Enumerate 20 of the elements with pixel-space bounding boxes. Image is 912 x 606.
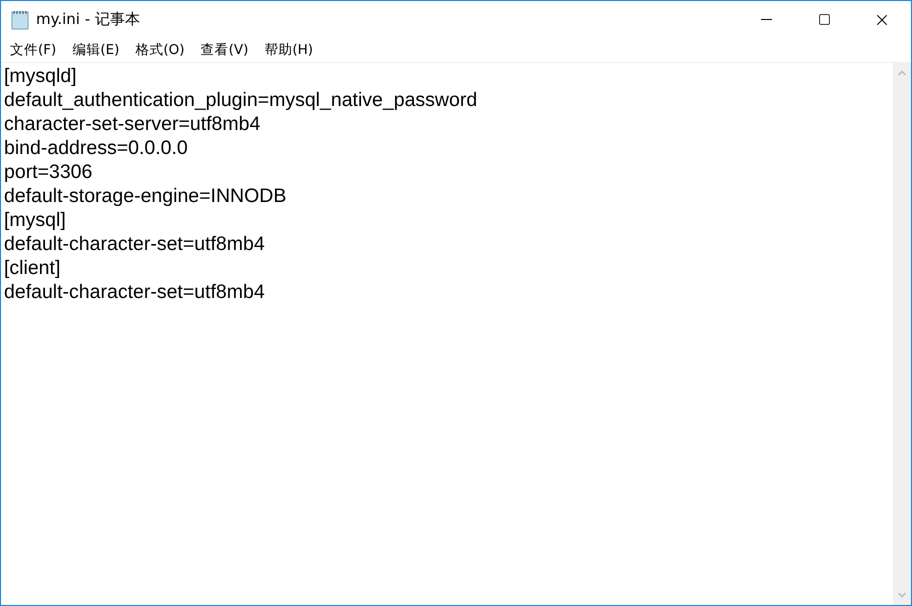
menu-item[interactable]: 编辑(E) (64, 40, 128, 60)
notepad-icon (11, 10, 29, 30)
text-line: default_authentication_plugin=mysql_native_password (4, 88, 478, 112)
window-title: my.ini - 记事本 (36, 9, 140, 30)
text-line: bind-address=0.0.0.0 (4, 136, 188, 160)
minimize-icon (760, 19, 772, 20)
menu-item[interactable]: 查看(V) (192, 40, 256, 60)
menu-item[interactable]: 文件(F) (2, 40, 64, 60)
text-line: [client] (4, 256, 60, 280)
text-line: [mysqld] (4, 64, 77, 88)
menu-item[interactable]: 格式(O) (127, 40, 193, 60)
text-line: port=3306 (4, 160, 92, 184)
text-line: default-character-set=utf8mb4 (4, 232, 265, 256)
maximize-icon (818, 13, 830, 26)
menu-item[interactable]: 帮助(H) (256, 40, 322, 60)
text-line: [mysql] (4, 208, 66, 232)
vertical-scrollbar[interactable] (893, 63, 911, 605)
text-line: default-storage-engine=INNODB (4, 184, 286, 208)
text-line: character-set-server=utf8mb4 (4, 112, 260, 136)
text-line: default-character-set=utf8mb4 (4, 280, 265, 304)
